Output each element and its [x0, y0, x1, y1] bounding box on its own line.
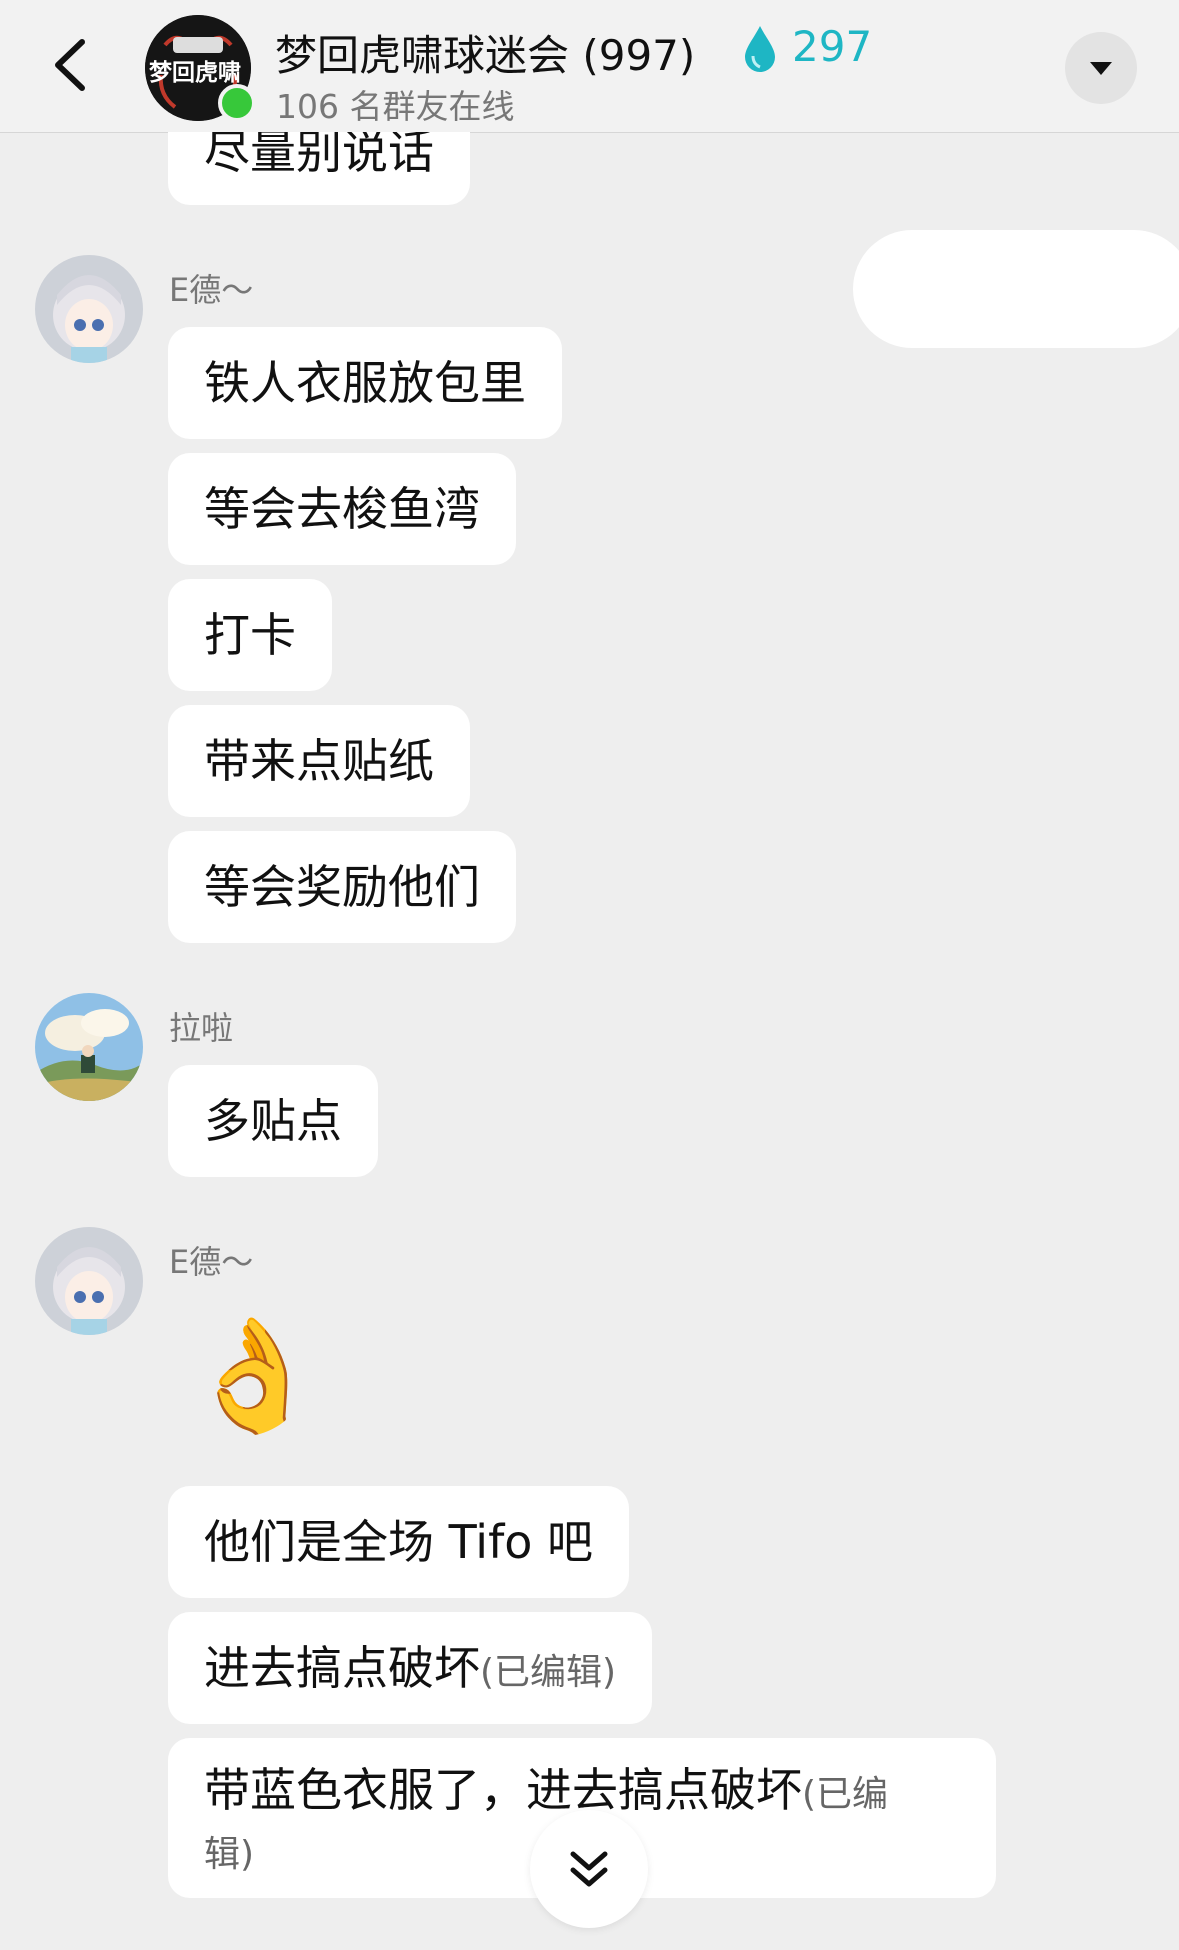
- emoji-message[interactable]: 👌: [185, 1305, 322, 1445]
- avatar[interactable]: [35, 255, 143, 363]
- message-bubble[interactable]: 铁人衣服放包里: [168, 327, 562, 439]
- floating-notice-pill[interactable]: [853, 230, 1179, 348]
- sender-name: E德～: [169, 1243, 254, 1281]
- anime-avatar-icon: [35, 255, 143, 363]
- dropdown-icon: [1090, 62, 1112, 75]
- anime-avatar-icon: [35, 1227, 143, 1335]
- scroll-to-bottom-button[interactable]: [530, 1810, 648, 1928]
- double-chevron-down-icon: [570, 1851, 608, 1887]
- landscape-avatar-icon: [35, 993, 143, 1101]
- message-bubble[interactable]: 等会去梭鱼湾: [168, 453, 516, 565]
- edited-label: (已编: [802, 1774, 889, 1815]
- group-title[interactable]: 梦回虎啸球迷会 (997): [275, 22, 695, 83]
- message-bubble[interactable]: 等会奖励他们: [168, 831, 516, 943]
- menu-button[interactable]: [1065, 32, 1137, 104]
- chat-header: 梦回虎啸 梦回虎啸球迷会 (997) 297 106 名群友在线: [0, 0, 1179, 133]
- message-bubble[interactable]: 打卡: [168, 579, 332, 691]
- sender-name: 拉啦: [169, 1009, 234, 1047]
- online-member-count: 106 名群友在线: [276, 87, 515, 126]
- group-logo-text: 梦回虎啸: [149, 60, 241, 86]
- avatar[interactable]: [35, 1227, 143, 1335]
- message-bubble[interactable]: 他们是全场 Tifo 吧: [168, 1486, 630, 1598]
- back-button[interactable]: [40, 30, 100, 100]
- message-bubble[interactable]: 进去搞点破坏(已编辑): [168, 1612, 653, 1724]
- online-status-icon: [218, 84, 256, 122]
- message-bubble[interactable]: 带来点贴纸: [168, 705, 470, 817]
- message-bubble[interactable]: 多贴点: [168, 1065, 378, 1177]
- edited-label: (已编辑): [480, 1652, 617, 1693]
- back-arrow-icon: [55, 39, 85, 91]
- message-text: 带蓝色衣服了，进去搞点破坏: [204, 1763, 802, 1817]
- avatar[interactable]: [35, 993, 143, 1101]
- message-text: 进去搞点破坏: [204, 1641, 480, 1695]
- sender-name: E德～: [169, 271, 254, 309]
- water-drop-icon: [745, 26, 775, 72]
- heat-count: 297: [792, 22, 873, 71]
